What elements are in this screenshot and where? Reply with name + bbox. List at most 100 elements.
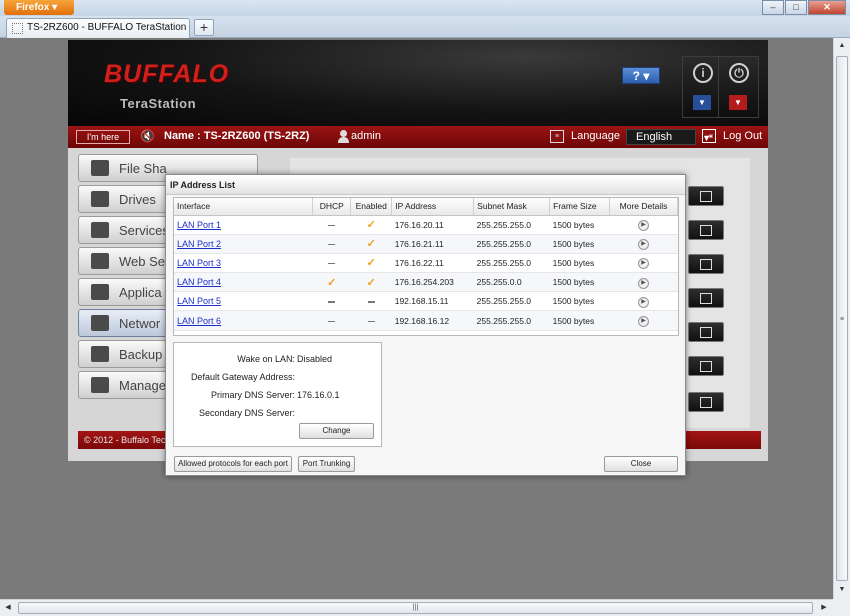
vertical-scrollbar[interactable]: ▲ ≡ ▼ (833, 38, 850, 599)
language-select[interactable]: English ▼ (626, 129, 711, 145)
ip-address-cell: 176.16.21.11 (391, 234, 474, 254)
scroll-left-icon[interactable]: ◀ (0, 600, 16, 616)
play-details-icon[interactable]: ▶ (638, 220, 650, 232)
frame-size-cell: 1500 bytes (549, 291, 610, 312)
dialog-title: IP Address List (166, 175, 685, 195)
enabled-cell: ✓ (350, 215, 392, 235)
interface-cell: LAN Port 5 (174, 291, 313, 312)
dhcp-dash-icon (328, 224, 336, 227)
horizontal-scroll-thumb[interactable]: ||| (18, 602, 813, 614)
subnet-mask-cell: 255.255.255.0 (473, 234, 550, 254)
maximize-button[interactable]: □ (785, 0, 807, 15)
dhcp-cell (312, 310, 351, 331)
scroll-down-icon[interactable]: ▼ (834, 582, 850, 598)
scroll-corner (833, 599, 850, 616)
help-button[interactable]: ? ▾ (622, 67, 660, 84)
dhcp-check-icon: ✓ (327, 276, 337, 289)
table-row: LAN Port 4 ✓ ✓ 176.16.254.203 255.255.0.0 150… (174, 272, 678, 293)
more-details-cell: ▶ (609, 291, 678, 312)
play-details-icon[interactable]: ▶ (638, 239, 650, 251)
window-titlebar: Firefox ▾ ‒ □ ✕ (0, 0, 850, 16)
ip-address-cell: 176.16.20.11 (391, 215, 474, 235)
interface-cell: LAN Port 1 (174, 215, 313, 235)
column-header: Interface (174, 198, 314, 216)
applications-icon (91, 284, 109, 300)
firefox-menu-button[interactable]: Firefox ▾ (4, 0, 74, 15)
play-details-icon[interactable]: ▶ (638, 258, 650, 270)
power-icon: ⏻ (729, 63, 749, 83)
table-row: LAN Port 1 ✓ 176.16.20.11 255.255.255.0 1500… (174, 215, 678, 235)
power-panel[interactable]: ⏻ ▼ (718, 56, 759, 118)
enabled-cell: ✓ (350, 272, 392, 293)
logout-icon[interactable]: ⇥ (702, 129, 716, 143)
interface-link[interactable]: LAN Port 3 (177, 258, 221, 268)
logout-link[interactable]: Log Out (723, 130, 762, 142)
table-row: LAN Port 6 192.168.16.12 255.255.255.0 1500… (174, 310, 678, 331)
settings-button[interactable] (688, 322, 724, 342)
subnet-mask-cell: 255.255.255.0 (473, 291, 550, 312)
network-icon (91, 315, 109, 331)
tab-bar: TS-2RZ600 - BUFFALO TeraStation + (0, 16, 850, 38)
interface-link[interactable]: LAN Port 5 (177, 296, 221, 306)
change-button[interactable]: Change (299, 423, 374, 439)
port-trunking-button[interactable]: Port Trunking (298, 456, 355, 472)
enabled-cell (350, 310, 392, 331)
enabled-cell: ✓ (350, 253, 392, 274)
scroll-up-icon[interactable]: ▲ (834, 38, 850, 54)
dhcp-cell: ✓ (312, 272, 351, 293)
close-button[interactable]: Close (604, 456, 678, 472)
settings-button[interactable] (688, 288, 724, 308)
more-details-cell: ▶ (609, 253, 678, 274)
horizontal-scrollbar[interactable]: ◀ ||| ▶ (0, 599, 833, 616)
scroll-right-icon[interactable]: ▶ (816, 600, 832, 616)
more-details-cell: ▶ (609, 310, 678, 331)
chevron-down-icon[interactable]: ▼ (729, 95, 747, 110)
close-window-button[interactable]: ✕ (808, 0, 846, 15)
ip-address-cell: 176.16.254.203 (391, 272, 474, 293)
interface-link[interactable]: LAN Port 4 (177, 277, 221, 287)
minimize-button[interactable]: ‒ (762, 0, 784, 15)
im-here-button[interactable]: I'm here (76, 130, 130, 144)
frame-size-cell: 1500 bytes (549, 234, 610, 254)
folder-icon (91, 160, 109, 176)
settings-button[interactable] (688, 356, 724, 376)
ip-address-cell: 192.168.16.12 (391, 310, 474, 331)
settings-button[interactable] (688, 220, 724, 240)
ip-address-list-dialog: IP Address List Interface DHCP Enabled I… (165, 174, 686, 476)
play-details-icon[interactable]: ▶ (638, 277, 650, 289)
window-controls: ‒ □ ✕ (761, 0, 846, 16)
interface-link[interactable]: LAN Port 2 (177, 239, 221, 249)
frame-size-cell: 1500 bytes (549, 310, 610, 331)
new-tab-button[interactable]: + (194, 19, 214, 36)
interface-cell: LAN Port 6 (174, 310, 313, 331)
settings-button[interactable] (688, 254, 724, 274)
subnet-mask-cell: 255.255.0.0 (473, 272, 550, 293)
browser-tab[interactable]: TS-2RZ600 - BUFFALO TeraStation (6, 18, 190, 38)
column-header: Subnet Mask (473, 198, 551, 216)
settings-button[interactable] (688, 392, 724, 412)
vertical-scroll-thumb[interactable]: ≡ (836, 56, 848, 581)
dhcp-dash-icon (328, 262, 336, 265)
info-panel[interactable]: i ▼ (682, 56, 723, 118)
language-label: Language (571, 130, 620, 142)
play-details-icon[interactable]: ▶ (638, 316, 650, 328)
language-icon: ≡ (550, 130, 564, 143)
play-details-icon[interactable]: ▶ (638, 296, 650, 308)
wrench-icon (91, 377, 109, 393)
allowed-protocols-button[interactable]: Allowed protocols for each port (174, 456, 292, 472)
enabled-check-icon: ✓ (366, 219, 376, 232)
info-icon: i (693, 63, 713, 83)
speaker-mute-icon[interactable]: 🔇 (140, 129, 155, 143)
dhcp-cell (312, 291, 351, 312)
settings-button[interactable] (688, 186, 724, 206)
device-name: Name : TS-2RZ600 (TS-2RZ) (164, 130, 310, 142)
interface-cell: LAN Port 2 (174, 234, 313, 254)
enabled-cell (350, 291, 392, 312)
user-icon (338, 130, 349, 143)
ip-address-table: Interface DHCP Enabled IP Address Subnet… (174, 198, 678, 331)
interface-link[interactable]: LAN Port 6 (177, 316, 221, 326)
ip-address-cell: 176.16.22.11 (391, 253, 474, 274)
interface-cell: LAN Port 4 (174, 272, 313, 293)
chevron-down-icon[interactable]: ▼ (693, 95, 711, 110)
interface-link[interactable]: LAN Port 1 (177, 220, 221, 230)
